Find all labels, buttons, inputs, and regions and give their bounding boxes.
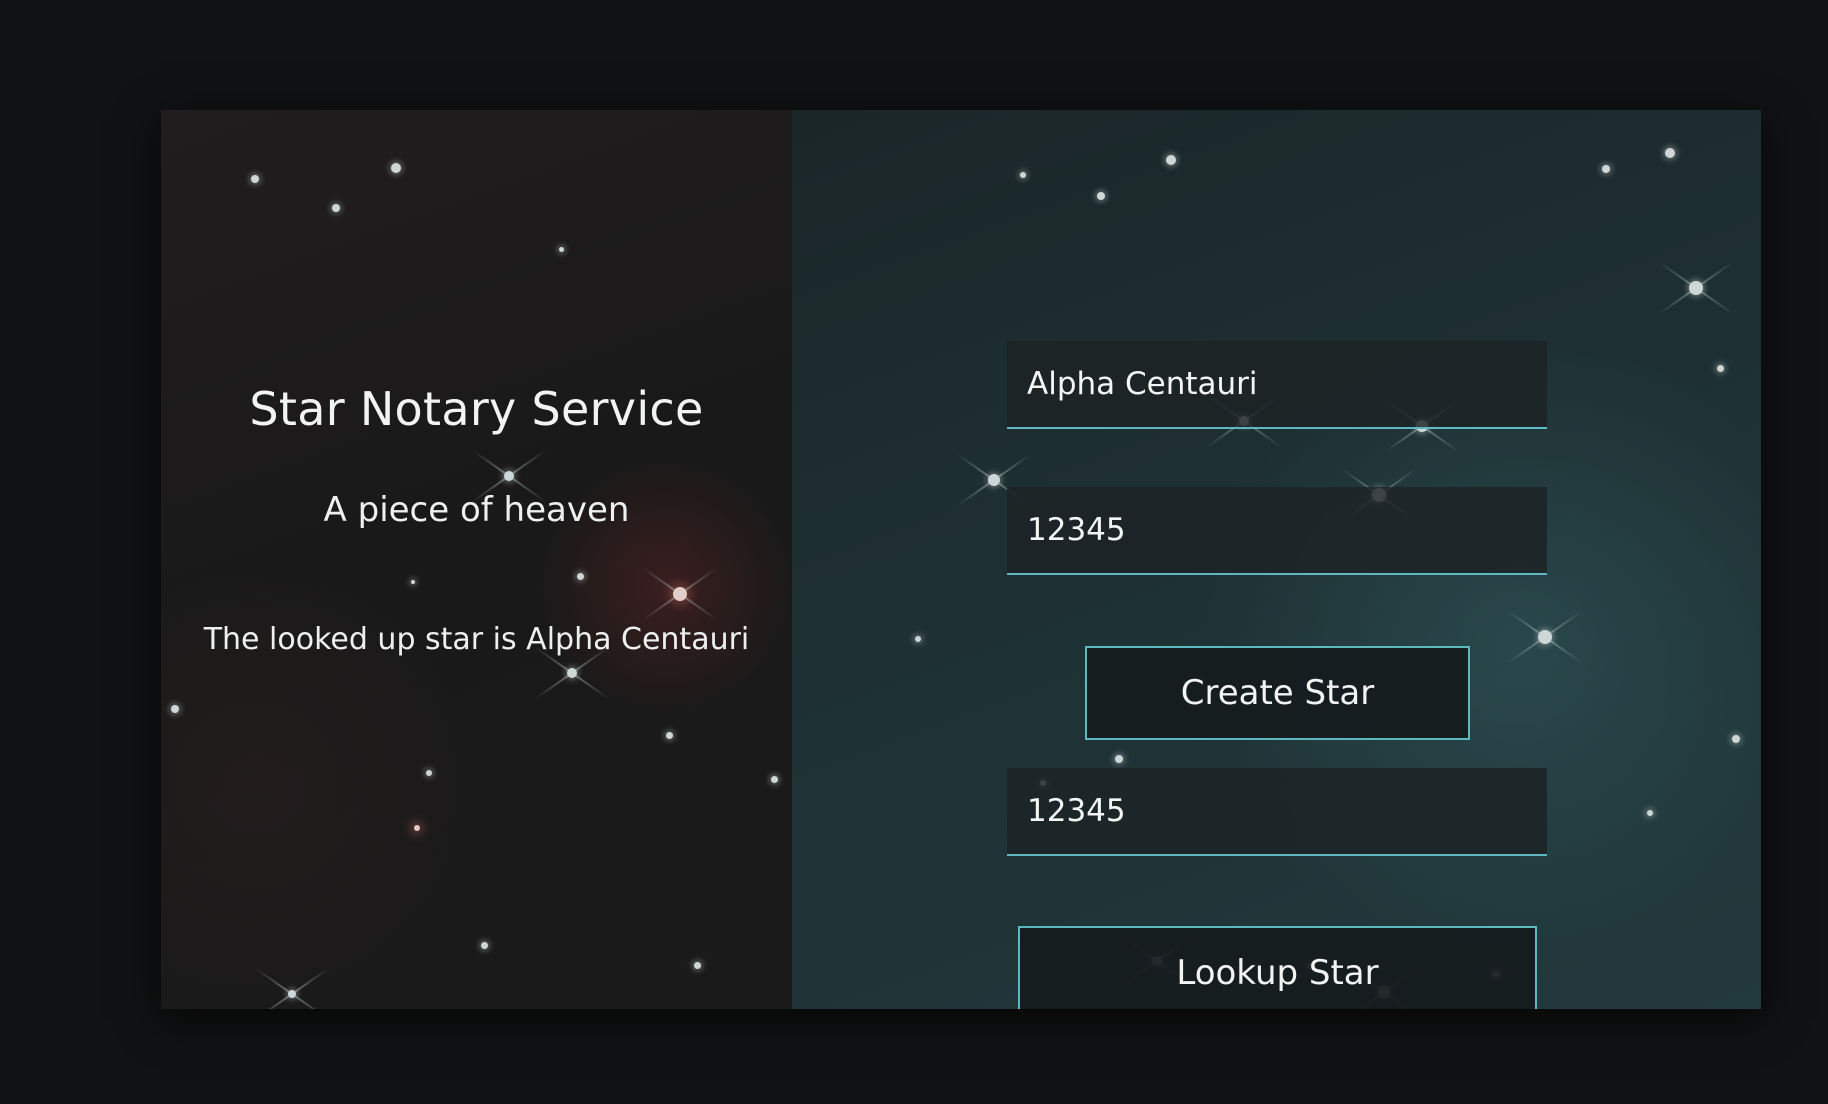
star-decoration [1538, 630, 1552, 644]
star-decoration [694, 962, 701, 969]
star-decoration [666, 732, 673, 739]
star-decoration [481, 942, 488, 949]
star-decoration [1097, 192, 1105, 200]
star-decoration [1166, 155, 1176, 165]
star-decoration [915, 636, 921, 642]
star-decoration [411, 580, 415, 584]
create-star-button[interactable]: Create Star [1085, 646, 1470, 740]
star-decoration [1732, 735, 1740, 743]
star-decoration [1647, 810, 1653, 816]
star-decoration [332, 204, 340, 212]
page-subtitle: A piece of heaven [323, 490, 630, 530]
star-decoration [1602, 165, 1610, 173]
star-decoration [1115, 755, 1123, 763]
star-decoration [1665, 148, 1675, 158]
star-decoration [414, 825, 420, 831]
star-decoration [673, 587, 687, 601]
main-card: Star Notary Service A piece of heaven Th… [161, 110, 1761, 1009]
star-decoration [1717, 365, 1724, 372]
star-decoration [771, 776, 778, 783]
star-decoration [577, 573, 584, 580]
lookup-star-button[interactable]: Lookup Star [1018, 926, 1537, 1009]
create-star-id-input[interactable] [1007, 487, 1547, 575]
star-decoration [1020, 172, 1026, 178]
star-decoration [988, 474, 1000, 486]
star-decoration [559, 247, 564, 252]
star-name-input[interactable] [1007, 341, 1547, 429]
star-decoration [426, 770, 432, 776]
star-decoration [251, 175, 259, 183]
lookup-star-id-input[interactable] [1007, 768, 1547, 856]
star-decoration [288, 990, 296, 998]
star-decoration [567, 668, 577, 678]
star-decoration [1689, 281, 1703, 295]
star-decoration [391, 163, 401, 173]
star-decoration [171, 705, 179, 713]
page-title: Star Notary Service [249, 382, 704, 436]
lookup-result-message: The looked up star is Alpha Centauri [203, 622, 750, 657]
star-decoration [504, 471, 514, 481]
info-panel: Star Notary Service A piece of heaven Th… [161, 110, 792, 1009]
